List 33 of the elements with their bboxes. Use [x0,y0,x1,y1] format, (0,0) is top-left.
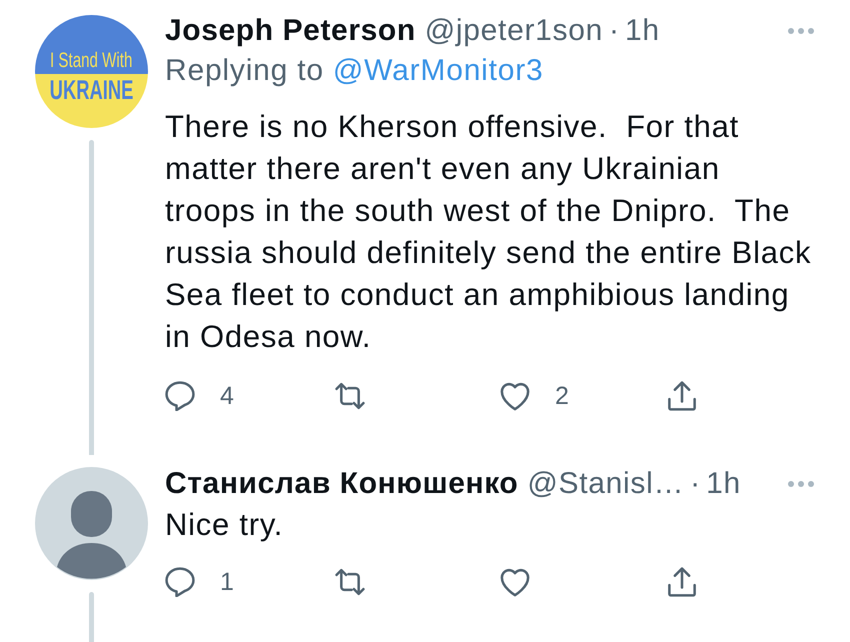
author-name[interactable]: Станислав Конюшенко [165,465,518,503]
replying-to-label: Replying to [165,53,324,89]
retweet-icon [335,567,365,597]
avatar-text: I Stand With [50,49,133,73]
retweet-button[interactable] [335,567,365,597]
share-icon [667,381,697,411]
like-button[interactable]: 2 [500,381,569,411]
retweet-button[interactable] [335,381,365,411]
heart-icon [500,567,530,597]
separator-dot: · [690,466,700,502]
avatar-text: UKRAINE [50,75,134,105]
separator-dot: · [609,13,620,49]
author-handle[interactable]: @jpeter1son [424,12,604,50]
heart-icon [500,381,530,411]
default-avatar[interactable] [35,467,148,580]
tweet-time[interactable]: 1h [706,465,741,503]
tweet-time[interactable]: 1h [625,12,660,50]
reply-button[interactable]: 4 [165,381,234,411]
more-icon [788,481,814,487]
author-handle[interactable]: @Stanisl… [527,465,684,503]
share-icon [667,567,697,597]
reply-icon [165,381,195,411]
tweet-text: There is no Kherson offensive. For that matter there aren't even any Ukrainian troops in the south west of the Dnipro. The russia should definitely send the entire Black Sea fleet to conduct an amphibious landing in Odesa now. [165,108,812,356]
share-button[interactable] [667,381,697,411]
author-name[interactable]: Joseph Peterson [165,12,416,50]
retweet-icon [335,381,365,411]
share-button[interactable] [667,567,697,597]
like-button[interactable] [500,567,530,597]
reply-button[interactable]: 1 [165,567,234,597]
reply-to-handle-link[interactable]: @WarMonitor3 [332,50,544,92]
more-icon [788,28,814,34]
tweet-text: Nice try. [165,506,284,544]
reply-icon [165,567,195,597]
